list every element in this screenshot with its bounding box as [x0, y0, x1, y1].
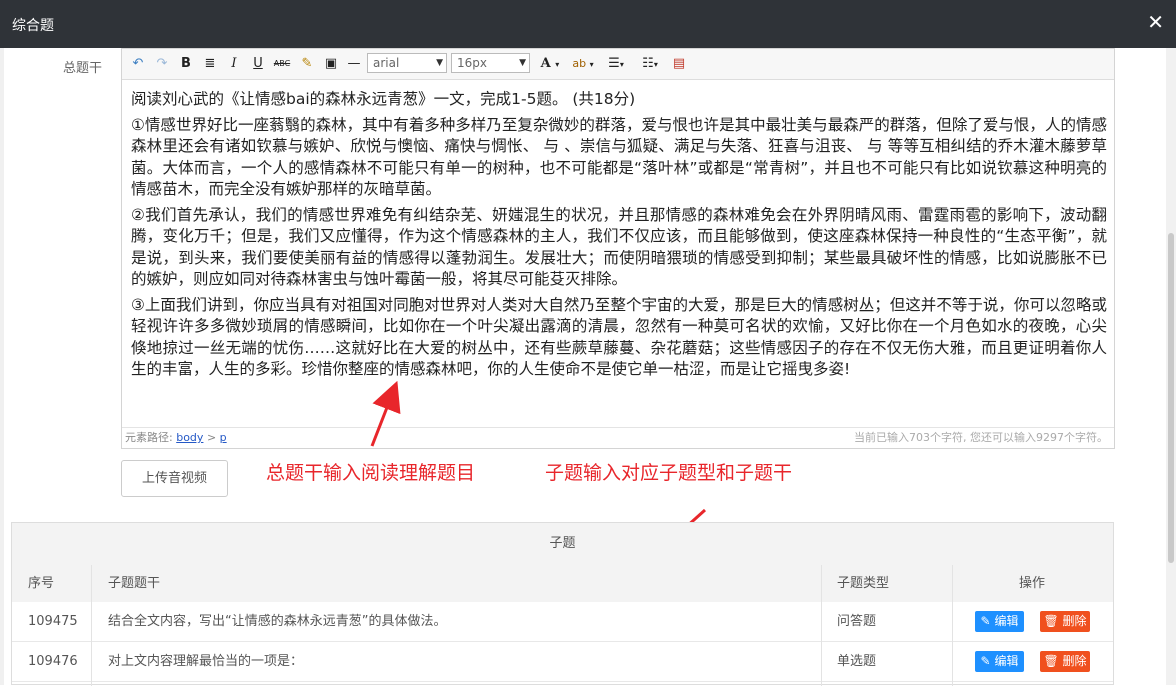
path-body-link[interactable]: body [176, 431, 203, 444]
upload-media-button[interactable]: 上传音视频 [121, 460, 228, 497]
insert-image-icon[interactable]: ▤ [670, 55, 688, 73]
header-type: 子题类型 [837, 576, 890, 591]
font-size-select[interactable]: 16px ▼ [451, 53, 530, 73]
format-painter-icon[interactable]: ✎ [298, 55, 316, 73]
pencil-icon: ✎ [980, 654, 991, 668]
header-stem: 子题题干 [108, 576, 161, 591]
edit-label: 编辑 [994, 614, 1019, 628]
ordered-list-icon[interactable]: ☰▾ [602, 55, 630, 73]
row-stem: 对上文内容理解最恰当的一项是： [108, 654, 304, 669]
header-ops: 操作 [1019, 576, 1046, 591]
row-type: 单选题 [837, 654, 877, 669]
edit-label: 编辑 [994, 654, 1019, 668]
row-type: 问答题 [837, 614, 877, 629]
column-divider [952, 565, 953, 686]
annotation-subquestion: 子题输入对应子题型和子题干 [545, 462, 793, 484]
delete-label: 删除 [1062, 614, 1087, 628]
redo-icon[interactable]: ↷ [154, 55, 170, 73]
row-id: 109476 [28, 654, 78, 669]
font-family-value: arial [373, 56, 400, 70]
column-divider [91, 565, 92, 686]
header-id: 序号 [28, 576, 55, 591]
stem-label: 总题干 [63, 61, 103, 76]
trash-icon: 🗑 [1043, 614, 1059, 628]
underline-button[interactable]: U [250, 55, 266, 73]
trash-icon: 🗑 [1043, 654, 1059, 668]
editor-paragraph: 阅读刘心武的《让情感bai的森林永远青葱》一文，完成1-5题。 (共18分) [131, 90, 636, 108]
delete-button[interactable]: 🗑 删除 [1040, 611, 1090, 632]
table-header: 序号 子题题干 子题类型 操作 [12, 565, 1113, 603]
editor-content[interactable]: 阅读刘心武的《让情感bai的森林永远青葱》一文，完成1-5题。 (共18分) ①… [131, 89, 1107, 385]
editor-paragraph: ①情感世界好比一座蓊翳的森林，其中有着多种多样乃至复杂微妙的群落，爱与恨也许是其… [131, 115, 1107, 199]
horizontal-rule-icon[interactable]: — [346, 55, 362, 73]
undo-icon[interactable]: ↶ [130, 55, 146, 73]
table-row: 109476 对上文内容理解最恰当的一项是： 单选题 ✎ 编辑 🗑 删除 [12, 642, 1113, 682]
char-count: 当前已输入703个字符, 您还可以输入9297个字符。 [854, 431, 1108, 444]
row-stem: 结合全文内容，写出“让情感的森林永远青葱”的具体做法。 [108, 614, 447, 629]
edit-button[interactable]: ✎ 编辑 [975, 651, 1024, 672]
chevron-down-icon: ▼ [519, 58, 526, 68]
editor-toolbar: ↶ ↷ B ≣ I U ABC ✎ ▣ — arial ▼ 16px ▼ A ▾ a… [122, 49, 1114, 80]
scrollbar[interactable] [1166, 48, 1176, 685]
row-id: 109475 [28, 614, 78, 629]
subquestion-table: 子题 序号 子题题干 子题类型 操作 109475 结合全文内容，写出“让情感的… [11, 522, 1114, 686]
element-path: 元素路径: body > p [125, 428, 227, 447]
table-title: 子题 [12, 523, 1113, 566]
delete-label: 删除 [1062, 654, 1087, 668]
editor-paragraph: ②我们首先承认，我们的情感世界难免有纠结杂芜、妍媸混生的状况，并且那情感的森林难… [131, 205, 1107, 289]
italic-button[interactable]: I [226, 55, 242, 73]
font-family-select[interactable]: arial ▼ [367, 53, 447, 73]
bold-button[interactable]: B [178, 55, 194, 73]
column-divider [821, 565, 822, 686]
font-color-icon[interactable]: A ▾ [536, 55, 564, 73]
dialog-title: 综合题 [12, 18, 54, 34]
left-edge [0, 48, 4, 685]
dialog-header: 综合题 ✕ [0, 0, 1176, 48]
scrollbar-thumb[interactable] [1168, 233, 1174, 563]
rich-text-editor[interactable]: ↶ ↷ B ≣ I U ABC ✎ ▣ — arial ▼ 16px ▼ A ▾ a… [121, 48, 1115, 449]
unordered-list-icon[interactable]: ☷▾ [636, 55, 664, 73]
font-size-value: 16px [457, 56, 487, 70]
annotation-stem: 总题干输入阅读理解题目 [266, 462, 476, 484]
edit-button[interactable]: ✎ 编辑 [975, 611, 1024, 632]
paste-icon[interactable]: ▣ [322, 55, 340, 73]
highlight-color-icon[interactable]: ab ▾ [568, 55, 598, 73]
strikethrough-button[interactable]: ABC [272, 55, 292, 73]
pencil-icon: ✎ [980, 614, 991, 628]
editor-paragraph: ③上面我们讲到，你应当具有对祖国对同胞对世界对人类对大自然乃至整个宇宙的大爱，那… [131, 295, 1107, 379]
table-row: 109475 结合全文内容，写出“让情感的森林永远青葱”的具体做法。 问答题 ✎… [12, 602, 1113, 642]
path-p-link[interactable]: p [220, 431, 227, 444]
element-path-label: 元素路径: [125, 431, 173, 444]
delete-button[interactable]: 🗑 删除 [1040, 651, 1090, 672]
path-separator: > [206, 431, 217, 444]
close-icon[interactable]: ✕ [1147, 12, 1164, 32]
indent-icon[interactable]: ≣ [202, 55, 218, 73]
editor-statusbar: 元素路径: body > p 当前已输入703个字符, 您还可以输入9297个字… [122, 427, 1114, 448]
chevron-down-icon: ▼ [436, 58, 443, 68]
